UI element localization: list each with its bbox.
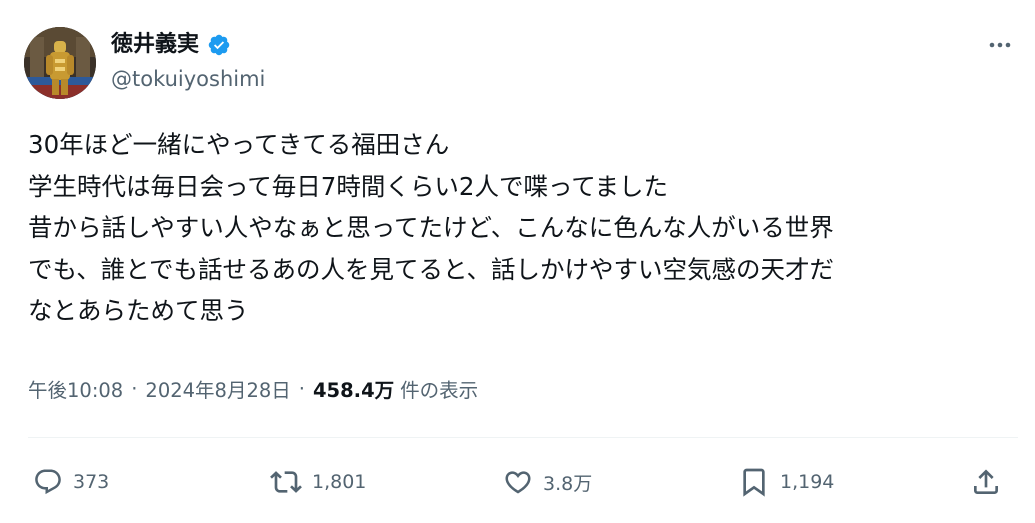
divider <box>28 437 1018 438</box>
share-icon <box>974 469 998 494</box>
tweet-text-line: 学生時代は毎日会って毎日7時間くらい2人で喋ってました <box>28 171 668 201</box>
meta-separator: · <box>298 376 305 400</box>
verified-badge-icon[interactable] <box>207 33 231 57</box>
tweet-date[interactable]: 2024年8月28日 <box>145 374 290 403</box>
repost-icon <box>270 471 302 493</box>
avatar-image <box>24 27 96 99</box>
views-count[interactable]: 458.4万 <box>313 374 394 403</box>
more-icon <box>989 42 1011 48</box>
repost-count: 1,801 <box>312 471 367 493</box>
avatar[interactable] <box>24 27 96 99</box>
like-button[interactable]: 3.8万 <box>503 458 592 506</box>
share-button[interactable] <box>970 458 1002 506</box>
tweet-text-line: でも、誰とでも話せるあの人を見てると、話しかけやすい空気感の天才だ <box>28 254 835 284</box>
reply-count: 373 <box>73 471 110 493</box>
author-name-row: 徳井義実 <box>111 28 231 62</box>
author-display-name[interactable]: 徳井義実 <box>111 34 199 56</box>
tweet-text-line: 昔から話しやすい人やなぁと思ってたけど、こんなに色んな人がいる世界 <box>28 213 834 242</box>
reply-icon <box>35 469 61 495</box>
meta-separator: · <box>131 376 138 400</box>
tweet-card: 徳井義実 @tokuiyoshimi 30年ほど一緒にやってきてる福田さん 学生… <box>0 0 1035 523</box>
tweet-text-line: なとあらためて思う <box>28 296 249 325</box>
bookmark-button[interactable]: 1,194 <box>738 458 834 506</box>
tweet-time[interactable]: 午後10:08 <box>28 374 123 403</box>
heart-icon <box>505 471 531 494</box>
tweet-meta: 午後10:08 · 2024年8月28日 · 458.4万 件の表示 <box>28 370 478 406</box>
reply-button[interactable]: 373 <box>33 458 109 506</box>
action-bar: 373 1,801 3.8万 1,194 <box>0 458 1035 506</box>
like-count: 3.8万 <box>543 472 593 495</box>
bookmark-count: 1,194 <box>780 471 835 493</box>
tweet-text-line: 30年ほど一緒にやってきてる福田さん <box>28 130 450 159</box>
bookmark-icon <box>743 468 765 497</box>
tweet-text: 30年ほど一緒にやってきてる福田さん 学生時代は毎日会って毎日7時間くらい2人で… <box>28 124 1018 332</box>
repost-button[interactable]: 1,801 <box>270 458 366 506</box>
author-handle[interactable]: @tokuiyoshimi <box>111 67 265 92</box>
views-label[interactable]: 件の表示 <box>400 374 478 403</box>
more-button[interactable] <box>982 30 1018 60</box>
